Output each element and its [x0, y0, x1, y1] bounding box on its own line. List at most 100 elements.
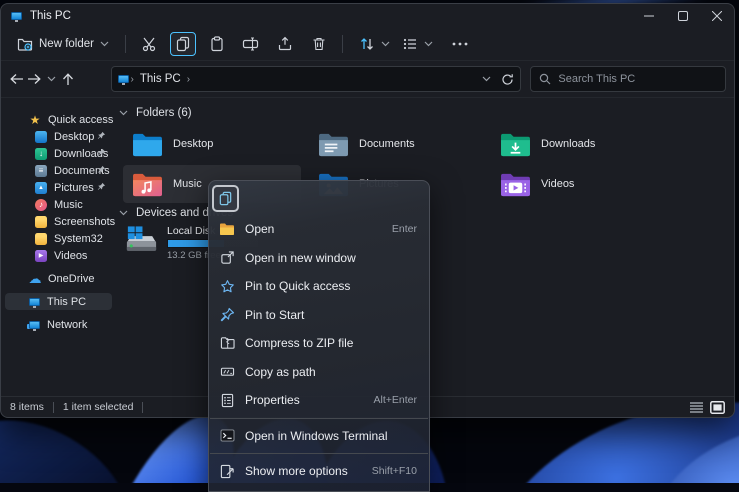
- rename-button[interactable]: [238, 32, 264, 56]
- status-divider: [53, 402, 54, 413]
- collapse-chevron-icon: [119, 210, 128, 216]
- maximize-button[interactable]: [666, 4, 700, 28]
- desktop-icon: [35, 131, 47, 143]
- paste-button[interactable]: [204, 32, 230, 56]
- menu-item-show-more-options[interactable]: Show more options Shift+F10: [209, 457, 429, 486]
- sidebar-item-videos[interactable]: ▶ Videos: [5, 247, 112, 264]
- sidebar-item-pictures[interactable]: ▲ Pictures: [5, 179, 112, 196]
- videos-icon: ▶: [35, 250, 47, 262]
- this-pc-icon: [11, 12, 22, 20]
- address-dropdown-chevron[interactable]: [482, 76, 491, 82]
- selected-count: 1 item selected: [63, 401, 134, 413]
- menu-item-open-new-window[interactable]: Open in new window: [209, 244, 429, 273]
- search-icon: [539, 73, 551, 85]
- folders-section-header[interactable]: Folders (6): [119, 107, 192, 119]
- menu-item-copy-as-path[interactable]: Copy as path: [209, 358, 429, 387]
- sidebar-item-this-pc[interactable]: This PC: [5, 293, 112, 310]
- folder-tile-videos[interactable]: Videos: [491, 165, 669, 203]
- this-pc-icon: [118, 75, 129, 83]
- items-count: 8 items: [10, 401, 44, 413]
- collapse-chevron-icon: [119, 110, 128, 116]
- menu-separator: [210, 418, 428, 419]
- cut-button[interactable]: [136, 32, 162, 56]
- sort-icon: [359, 36, 375, 52]
- sidebar-item-screenshots[interactable]: Screenshots: [5, 213, 112, 230]
- details-view-button[interactable]: [689, 401, 704, 413]
- documents-icon: ≡: [35, 165, 47, 177]
- chevron-down-icon: [381, 41, 390, 47]
- music-folder-icon: [131, 171, 164, 198]
- sidebar-item-documents[interactable]: ≡ Documents: [5, 162, 112, 179]
- folder-tile-desktop[interactable]: Desktop: [123, 125, 301, 163]
- menu-item-open[interactable]: Open Enter: [209, 215, 429, 244]
- sidebar-item-onedrive[interactable]: ☁ OneDrive: [5, 270, 112, 287]
- copy-button[interactable]: [170, 32, 196, 56]
- refresh-icon[interactable]: [501, 73, 514, 86]
- up-button[interactable]: [60, 68, 77, 90]
- toolbar-divider: [342, 35, 343, 53]
- more-options-button[interactable]: [447, 32, 473, 56]
- show-more-options-icon: [219, 463, 235, 479]
- pin-icon: [97, 131, 106, 140]
- search-box[interactable]: [530, 66, 726, 92]
- back-button[interactable]: [9, 68, 26, 90]
- minimize-button[interactable]: [632, 4, 666, 28]
- pin-icon: [97, 148, 106, 157]
- pictures-icon: ▲: [35, 182, 47, 194]
- new-folder-icon: [17, 37, 33, 51]
- context-menu: Open Enter Open in new window Pin to Qui…: [208, 180, 430, 492]
- search-input[interactable]: [558, 73, 708, 85]
- close-button[interactable]: [700, 4, 734, 28]
- sidebar-item-quick-access[interactable]: ★ Quick access: [5, 111, 112, 128]
- sidebar-item-downloads[interactable]: ↓ Downloads: [5, 145, 112, 162]
- properties-icon: [219, 392, 235, 408]
- pin-to-quick-access-star-icon: [219, 278, 235, 294]
- command-toolbar: New folder: [1, 28, 734, 61]
- large-icons-view-button[interactable]: [710, 401, 725, 414]
- status-divider: [142, 402, 143, 413]
- folder-tile-documents[interactable]: Documents: [309, 125, 487, 163]
- forward-button[interactable]: [26, 68, 43, 90]
- address-bar-row: › This PC ›: [1, 61, 734, 98]
- breadcrumb-this-pc[interactable]: This PC: [140, 73, 181, 85]
- copy-quick-action-button[interactable]: [212, 185, 239, 212]
- onedrive-cloud-icon: ☁: [29, 273, 41, 285]
- menu-item-pin-quick-access[interactable]: Pin to Quick access: [209, 272, 429, 301]
- view-button[interactable]: [396, 32, 439, 56]
- new-folder-label: New folder: [39, 38, 94, 50]
- folder-icon: [35, 216, 47, 228]
- videos-folder-icon: [499, 171, 532, 198]
- menu-separator: [210, 453, 428, 454]
- downloads-icon: ↓: [35, 148, 47, 160]
- context-menu-icon-row: [209, 181, 429, 215]
- copy-as-path-icon: [219, 364, 235, 380]
- delete-button[interactable]: [306, 32, 332, 56]
- sidebar-item-system32[interactable]: System32: [5, 230, 112, 247]
- pin-icon: [97, 165, 106, 174]
- sidebar-item-desktop[interactable]: Desktop: [5, 128, 112, 145]
- window-title: This PC: [30, 10, 71, 22]
- breadcrumb-separator-icon: ›: [131, 74, 134, 85]
- terminal-icon: [219, 428, 235, 444]
- downloads-folder-icon: [499, 131, 532, 158]
- music-icon: ♪: [35, 199, 47, 211]
- folder-tile-downloads[interactable]: Downloads: [491, 125, 669, 163]
- new-folder-button[interactable]: New folder: [11, 33, 115, 55]
- open-new-window-icon: [219, 250, 235, 266]
- view-icon: [402, 36, 418, 52]
- star-icon: ★: [29, 114, 41, 126]
- menu-item-open-windows-terminal[interactable]: Open in Windows Terminal: [209, 422, 429, 451]
- sidebar-item-music[interactable]: ♪ Music: [5, 196, 112, 213]
- share-button[interactable]: [272, 32, 298, 56]
- sort-button[interactable]: [353, 32, 396, 56]
- recent-locations-chevron[interactable]: [43, 68, 60, 90]
- menu-item-compress-zip[interactable]: Compress to ZIP file: [209, 329, 429, 358]
- breadcrumb[interactable]: › This PC ›: [111, 66, 522, 92]
- open-folder-icon: [219, 221, 235, 237]
- breadcrumb-separator-icon: ›: [187, 74, 190, 85]
- menu-item-properties[interactable]: Properties Alt+Enter: [209, 386, 429, 415]
- sidebar-item-network[interactable]: Network: [5, 316, 112, 333]
- menu-item-pin-start[interactable]: Pin to Start: [209, 301, 429, 330]
- pin-to-start-icon: [219, 307, 235, 323]
- chevron-down-icon: [424, 41, 433, 47]
